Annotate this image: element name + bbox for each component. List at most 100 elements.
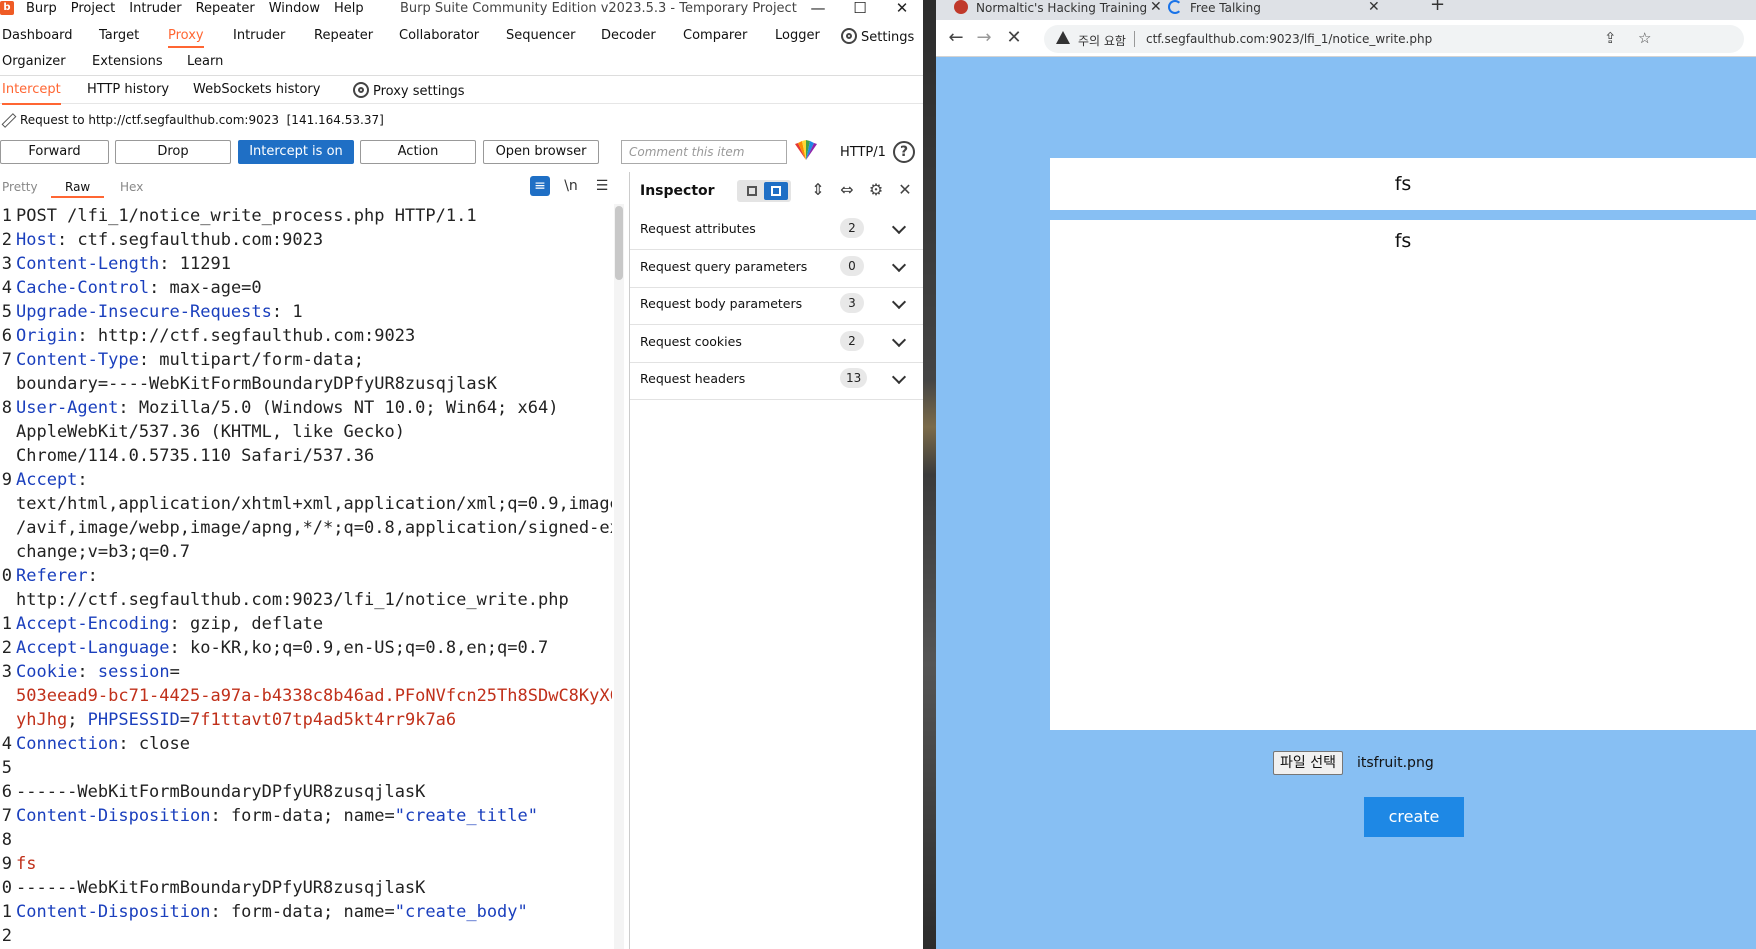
tab-proxy[interactable]: Proxy	[168, 28, 204, 48]
show-newlines-icon[interactable]: \n	[561, 176, 581, 196]
post-title-field[interactable]: fs	[1050, 158, 1756, 210]
line-content: 503eead9-bc71-4425-a97a-b4338c8b46ad.PFo…	[16, 684, 612, 708]
chevron-down-icon[interactable]	[891, 219, 907, 235]
request-line: 7 Content-Type: multipart/form-data;	[0, 348, 612, 372]
comment-input[interactable]: Comment this item	[621, 140, 787, 164]
forward-icon[interactable]: →	[974, 27, 994, 48]
forward-button[interactable]: Forward	[0, 140, 109, 164]
request-line: text/html,application/xhtml+xml,applicat…	[0, 492, 612, 516]
loading-spinner-icon	[1168, 0, 1182, 14]
tab-settings[interactable]: Settings	[841, 28, 914, 45]
tab-sequencer[interactable]: Sequencer	[506, 28, 575, 43]
tab-extensions[interactable]: Extensions	[92, 54, 163, 69]
inspector-section[interactable]: Request headers 13	[630, 358, 923, 400]
panel-view-icon[interactable]	[764, 182, 788, 200]
close-icon[interactable]: ✕	[892, 0, 912, 17]
chevron-down-icon[interactable]	[891, 369, 907, 385]
drop-button[interactable]: Drop	[115, 140, 231, 164]
tab-hex[interactable]: Hex	[120, 180, 143, 194]
new-tab-icon[interactable]: +	[1430, 0, 1445, 15]
request-to-text: Request to http://ctf.segfaulthub.com:90…	[20, 113, 279, 127]
collapse-all-icon[interactable]: ⇔	[836, 179, 858, 201]
tab-target[interactable]: Target	[99, 28, 139, 43]
section-label: Request headers	[640, 371, 746, 386]
close-tab-icon[interactable]: ✕	[1150, 0, 1162, 15]
tab-logger[interactable]: Logger	[775, 28, 820, 43]
minimize-icon[interactable]: —	[808, 0, 828, 17]
line-content: Cache-Control: max-age=0	[16, 276, 262, 300]
chevron-down-icon[interactable]	[891, 257, 907, 272]
menu-burp[interactable]: Burp	[26, 1, 57, 16]
intercept-toggle-button[interactable]: Intercept is on	[238, 140, 354, 164]
wrap-lines-icon[interactable]: ≡	[530, 176, 550, 196]
tab-comparer[interactable]: Comparer	[683, 28, 747, 43]
menu-repeater[interactable]: Repeater	[196, 1, 255, 16]
expand-all-icon[interactable]: ⇕	[807, 179, 829, 201]
close-inspector-icon[interactable]: ✕	[894, 179, 916, 201]
help-icon[interactable]: ?	[893, 141, 915, 163]
action-button[interactable]: Action	[360, 140, 476, 164]
text-token: boundary=----WebKitFormBoundaryDPfyUR8zu…	[16, 374, 498, 394]
scrollbar-thumb[interactable]	[615, 206, 623, 280]
menu-intruder[interactable]: Intruder	[129, 1, 181, 16]
pencil-icon[interactable]	[0, 112, 14, 126]
menu-window[interactable]: Window	[269, 1, 320, 16]
editor-menu-icon[interactable]: ☰	[592, 176, 612, 196]
tab-http-history[interactable]: HTTP history	[87, 82, 169, 97]
browser-tab-normaltic[interactable]: Normaltic's Hacking Training ✕	[954, 0, 1166, 20]
tab-raw[interactable]: Raw	[50, 180, 105, 198]
text-token: : 1	[271, 302, 303, 322]
inspector-section[interactable]: Request attributes 2	[630, 208, 923, 250]
tab-intercept[interactable]: Intercept	[2, 82, 61, 105]
open-browser-button[interactable]: Open browser	[483, 140, 599, 164]
line-number: 2	[1, 230, 12, 250]
line-content: change;v=b3;q=0.7	[16, 540, 190, 564]
bookmark-star-icon[interactable]: ☆	[1638, 29, 1651, 47]
chevron-down-icon[interactable]	[891, 332, 907, 347]
raw-request-text[interactable]: 1 POST /lfi_1/notice_write_process.php HT…	[0, 204, 612, 948]
close-tab-icon[interactable]: ✕	[1368, 0, 1380, 15]
menu-help[interactable]: Help	[334, 1, 364, 16]
list-view-icon[interactable]	[740, 182, 764, 200]
inspector-section[interactable]: Request query parameters 0	[630, 246, 923, 288]
inspector-section[interactable]: Request cookies 2	[630, 321, 923, 363]
tab-learn[interactable]: Learn	[187, 54, 223, 69]
proxy-subtabs: Intercept HTTP history WebSockets histor…	[0, 77, 923, 105]
stop-loading-icon[interactable]: ✕	[1004, 27, 1024, 48]
line-content: Referer:	[16, 564, 98, 588]
text-token: text/html,application/xhtml+xml,applicat…	[16, 494, 612, 514]
editor-scrollbar[interactable]	[614, 204, 624, 949]
main-tabs-row2: Organizer Extensions Learn	[0, 50, 923, 76]
tab-collaborator[interactable]: Collaborator	[399, 28, 479, 43]
tab-repeater[interactable]: Repeater	[314, 28, 373, 43]
share-icon[interactable]: ⇪	[1604, 29, 1617, 47]
tab-proxy-settings[interactable]: Proxy settings	[353, 82, 465, 99]
maximize-icon[interactable]: ☐	[850, 0, 870, 17]
tab-decoder[interactable]: Decoder	[601, 28, 656, 43]
line-content: Accept:	[16, 468, 88, 492]
highlight-color-icon[interactable]	[793, 140, 819, 162]
text-token: : gzip, deflate	[169, 614, 324, 634]
chevron-down-icon[interactable]	[891, 294, 907, 310]
url-text[interactable]: ctf.segfaulthub.com:9023/lfi_1/notice_wr…	[1146, 32, 1432, 46]
http-version-label[interactable]: HTTP/1	[840, 145, 886, 160]
tab-organizer[interactable]: Organizer	[2, 54, 66, 69]
security-warning-text[interactable]: 주의 요함	[1078, 32, 1126, 49]
request-line: change;v=b3;q=0.7	[0, 540, 612, 564]
back-icon[interactable]: ←	[946, 27, 966, 48]
inspector-settings-icon[interactable]: ⚙	[865, 179, 887, 201]
request-line: /avif,image/webp,image/apng,*/*;q=0.8,ap…	[0, 516, 612, 540]
tab-websockets-history[interactable]: WebSockets history	[193, 82, 320, 97]
create-button[interactable]: create	[1364, 797, 1464, 837]
menu-project[interactable]: Project	[71, 1, 115, 16]
tab-intruder[interactable]: Intruder	[233, 28, 285, 43]
text-token: :	[77, 662, 98, 682]
post-body-field[interactable]: fs	[1050, 220, 1756, 730]
tab-title: Normaltic's Hacking Training	[976, 1, 1148, 15]
tab-pretty[interactable]: Pretty	[2, 180, 38, 194]
choose-file-button[interactable]: 파일 선택	[1273, 751, 1343, 775]
omnibox[interactable]: 주의 요함 ctf.segfaulthub.com:9023/lfi_1/not…	[1044, 25, 1744, 53]
tab-dashboard[interactable]: Dashboard	[2, 28, 73, 43]
inspector-section[interactable]: Request body parameters 3	[630, 283, 923, 325]
browser-tab-free-talking[interactable]: Free Talking ✕	[1168, 0, 1388, 20]
